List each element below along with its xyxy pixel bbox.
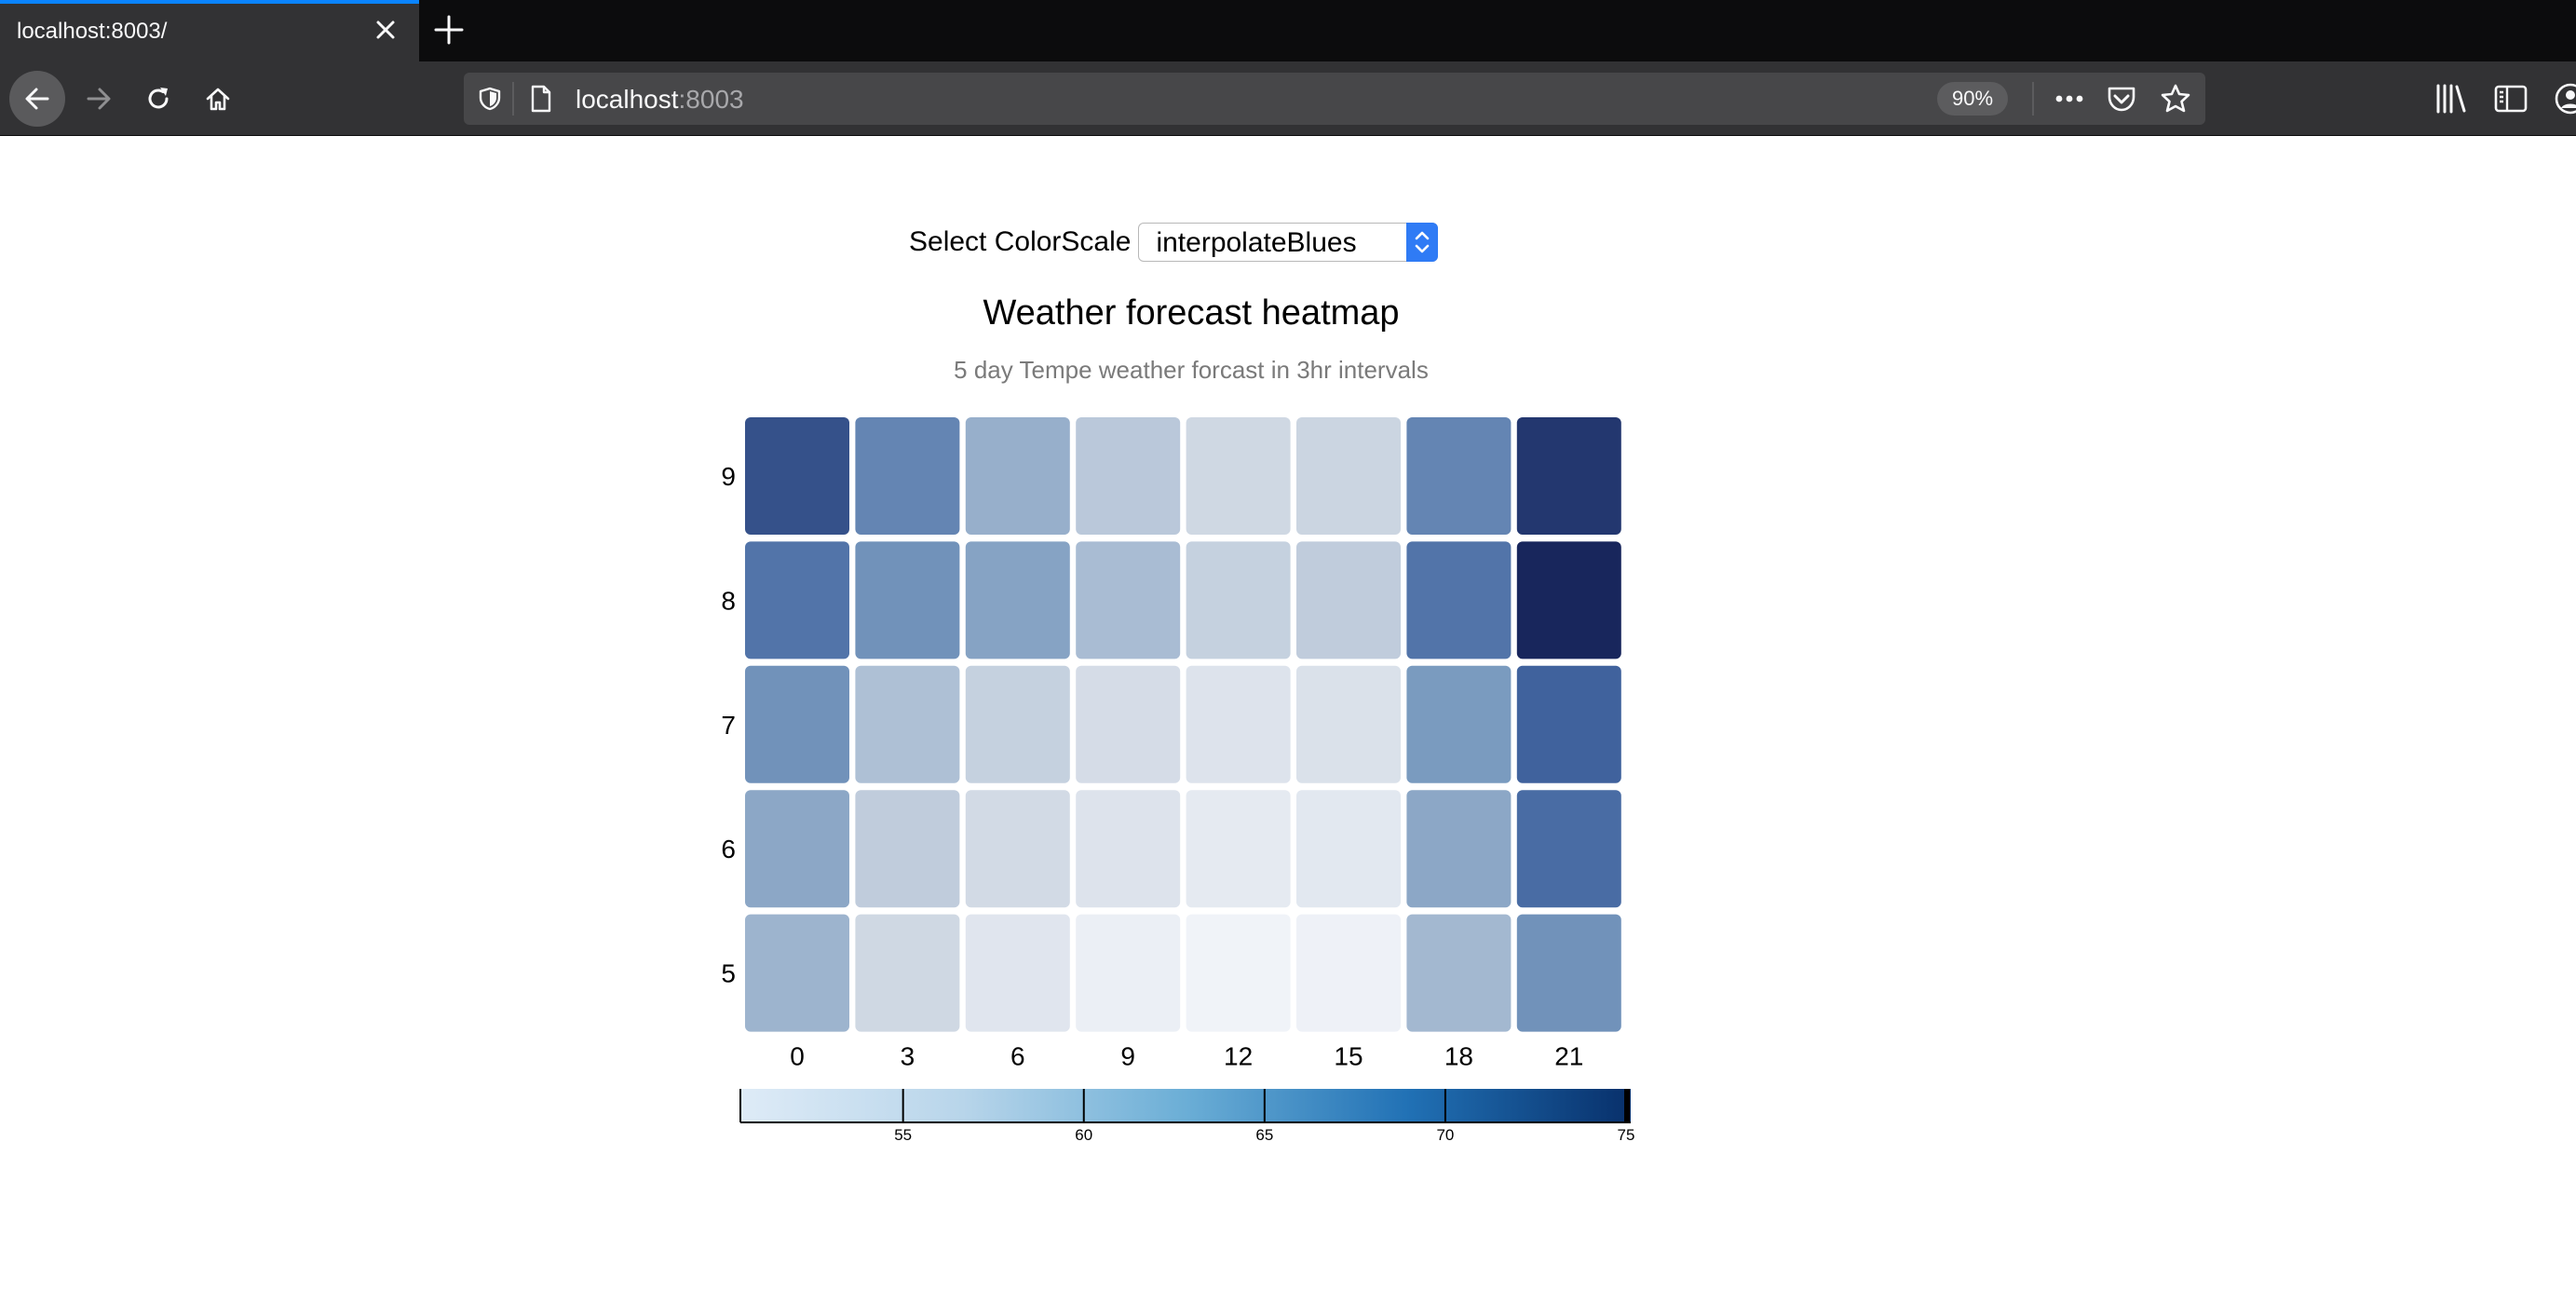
tab-accent-line [0, 0, 419, 4]
heatmap-cell[interactable] [1296, 417, 1401, 535]
reload-icon [148, 88, 169, 109]
heatmap-cell[interactable] [1516, 790, 1621, 908]
close-icon[interactable] [369, 13, 402, 47]
heatmap-cell[interactable] [855, 417, 960, 535]
heatmap-cell[interactable] [1406, 665, 1512, 783]
heatmap-cell[interactable] [745, 541, 849, 659]
navigation-toolbar: localhost:8003 90% [0, 61, 2576, 136]
forward-button[interactable] [71, 71, 127, 127]
url-host: localhost [576, 85, 679, 114]
y-tick-label: 9 [721, 462, 736, 491]
bookmark-star-icon[interactable] [2159, 82, 2192, 116]
x-tick-label: 6 [1010, 1042, 1025, 1071]
heatmap-cell[interactable] [965, 914, 1070, 1032]
x-tick-label: 18 [1444, 1042, 1473, 1071]
y-tick-label: 6 [721, 835, 736, 863]
active-tab[interactable]: localhost:8003/ [0, 0, 419, 61]
y-axis: 9 8 7 6 5 [721, 462, 736, 988]
home-icon [206, 88, 230, 111]
heatmap-cell[interactable] [1296, 541, 1401, 659]
x-tick-label: 12 [1224, 1042, 1253, 1071]
heatmap-cell[interactable] [965, 790, 1070, 908]
heatmap-cell[interactable] [855, 665, 960, 783]
heatmap-cell[interactable] [1406, 914, 1512, 1032]
heatmap-cell[interactable] [1076, 790, 1181, 908]
zoom-level-badge[interactable]: 90% [1937, 82, 2008, 116]
heatmap-cell[interactable] [855, 541, 960, 659]
heatmap-cell[interactable] [745, 914, 849, 1032]
tab-bar: localhost:8003/ [0, 0, 2576, 61]
heatmap-cell[interactable] [1296, 914, 1401, 1032]
x-tick-label: 3 [901, 1042, 915, 1071]
heatmap-cell[interactable] [1186, 541, 1291, 659]
heatmap-cell[interactable] [1406, 541, 1512, 659]
account-icon[interactable] [2552, 80, 2576, 117]
heatmap-cell[interactable] [1186, 914, 1291, 1032]
more-dots-icon[interactable] [2053, 84, 2086, 114]
forward-arrow-icon [87, 88, 111, 110]
color-legend: 55 60 65 70 75 [739, 1089, 1635, 1144]
tab-title: localhost:8003/ [17, 19, 168, 44]
legend-tick-label: 65 [1255, 1126, 1273, 1144]
heatmap-cell[interactable] [965, 541, 1070, 659]
x-tick-label: 9 [1120, 1042, 1135, 1071]
heatmap-cell[interactable] [1076, 914, 1181, 1032]
url-port: :8003 [678, 85, 744, 114]
legend-tick-label: 75 [1618, 1126, 1635, 1144]
heatmap-chart: 98765 0 3 6 9 12 15 18 21 55 60 65 70 75 [721, 417, 1635, 1144]
reload-button[interactable] [130, 71, 186, 127]
back-arrow-icon [25, 88, 49, 110]
heatmap-cell[interactable] [1516, 665, 1621, 783]
tracking-shield-icon[interactable] [477, 86, 503, 112]
url-bar[interactable]: localhost:8003 90% [464, 73, 2205, 125]
legend-tick-label: 70 [1436, 1126, 1454, 1144]
heatmap-cell[interactable] [1296, 665, 1401, 783]
heatmap-cell[interactable] [745, 417, 849, 535]
sidebar-icon[interactable] [2492, 82, 2529, 116]
heatmap-cell[interactable] [1516, 417, 1621, 535]
pocket-icon[interactable] [2105, 82, 2138, 116]
url-separator [512, 82, 514, 116]
plus-icon[interactable] [430, 11, 468, 48]
back-button[interactable] [9, 71, 65, 127]
page-icon[interactable] [529, 85, 553, 113]
heatmap-cell[interactable] [1076, 665, 1181, 783]
x-tick-label: 0 [790, 1042, 805, 1071]
legend-tick-label: 60 [1075, 1126, 1092, 1144]
x-axis: 0 3 6 9 12 15 18 21 [790, 1042, 1583, 1071]
y-tick-label: 5 [721, 959, 736, 988]
heatmap-cell[interactable] [745, 790, 849, 908]
page-content: Select ColorScale interpolateBlues Weath… [0, 137, 2576, 1291]
heatmap-cell[interactable] [1296, 790, 1401, 908]
library-icon[interactable] [2433, 82, 2470, 116]
heatmap-cell[interactable] [1406, 417, 1512, 535]
url-text[interactable]: localhost:8003 [576, 85, 744, 115]
y-tick-label: 7 [721, 711, 736, 740]
heatmap-cell[interactable] [1516, 914, 1621, 1032]
heatmap-cell[interactable] [1186, 665, 1291, 783]
x-tick-label: 21 [1554, 1042, 1583, 1071]
heatmap-cell[interactable] [1406, 790, 1512, 908]
heatmap-cell[interactable] [965, 417, 1070, 535]
heatmap-cell[interactable] [965, 665, 1070, 783]
heatmap-cells [745, 417, 1621, 1032]
heatmap-cell[interactable] [745, 665, 849, 783]
url-separator-right [2032, 82, 2034, 116]
heatmap-cell[interactable] [1076, 417, 1181, 535]
y-tick-label: 8 [721, 586, 736, 615]
home-button[interactable] [190, 71, 246, 127]
heatmap-cell[interactable] [855, 790, 960, 908]
legend-bar [740, 1089, 1631, 1122]
heatmap-cell[interactable] [1186, 790, 1291, 908]
heatmap-cell[interactable] [1516, 541, 1621, 659]
heatmap-cell[interactable] [1076, 541, 1181, 659]
legend-tick-label: 55 [894, 1126, 912, 1144]
heatmap-cell[interactable] [855, 914, 960, 1032]
heatmap-cell[interactable] [1186, 417, 1291, 535]
x-tick-label: 15 [1334, 1042, 1363, 1071]
